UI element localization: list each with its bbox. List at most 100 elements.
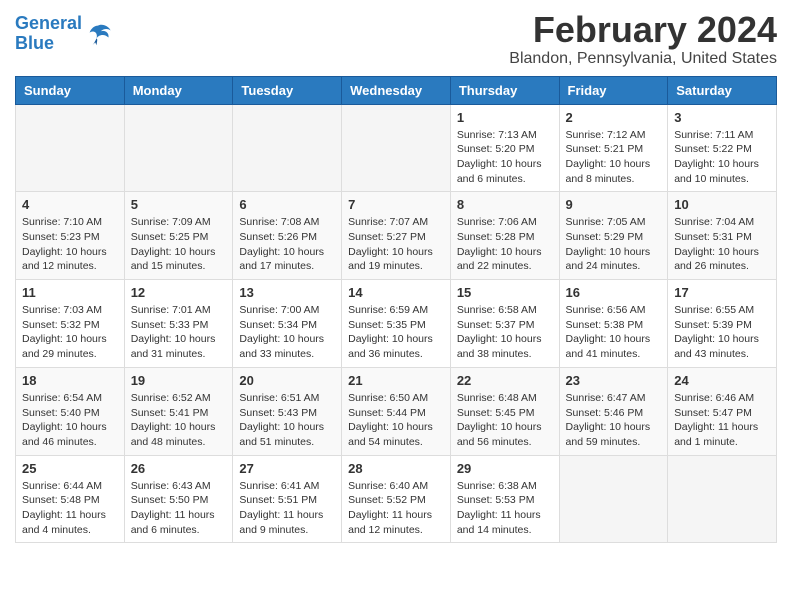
day-number: 2 — [566, 110, 662, 125]
calendar-cell: 5Sunrise: 7:09 AM Sunset: 5:25 PM Daylig… — [124, 192, 233, 280]
day-number: 1 — [457, 110, 553, 125]
day-number: 4 — [22, 197, 118, 212]
calendar-week-row: 1Sunrise: 7:13 AM Sunset: 5:20 PM Daylig… — [16, 104, 777, 192]
weekday-header-row: SundayMondayTuesdayWednesdayThursdayFrid… — [16, 76, 777, 104]
calendar-cell: 26Sunrise: 6:43 AM Sunset: 5:50 PM Dayli… — [124, 455, 233, 543]
day-info: Sunrise: 7:05 AM Sunset: 5:29 PM Dayligh… — [566, 215, 662, 274]
calendar-cell: 19 Sunrise: 6:52 AM Sunset: 5:41 PM Dayli… — [124, 367, 233, 455]
calendar-cell: 18 Sunrise: 6:54 AM Sunset: 5:40 PM Dayli… — [16, 367, 125, 455]
calendar-cell: 20 Sunrise: 6:51 AM Sunset: 5:43 PM Dayli… — [233, 367, 342, 455]
weekday-header-wednesday: Wednesday — [342, 76, 451, 104]
day-info: Sunrise: 6:50 AM Sunset: 5:44 PM Dayligh… — [348, 391, 444, 450]
day-info: Sunrise: 7:08 AM Sunset: 5:26 PM Dayligh… — [239, 215, 335, 274]
day-number: 21 — [348, 373, 444, 388]
calendar-table: SundayMondayTuesdayWednesdayThursdayFrid… — [15, 76, 777, 544]
calendar-week-row: 25 Sunrise: 6:44 AM Sunset: 5:48 PM Dayli… — [16, 455, 777, 543]
day-number: 3 — [674, 110, 770, 125]
day-info: Sunrise: 6:59 AM Sunset: 5:35 PM Dayligh… — [348, 303, 444, 362]
calendar-cell — [124, 104, 233, 192]
day-info: Sunrise: 6:55 AM Sunset: 5:39 PM Dayligh… — [674, 303, 770, 362]
weekday-header-sunday: Sunday — [16, 76, 125, 104]
logo-text: General Blue — [15, 14, 82, 54]
day-number: 13 — [239, 285, 335, 300]
calendar-cell: 29 Sunrise: 6:38 AM Sunset: 5:53 PM Dayli… — [450, 455, 559, 543]
day-number: 16 — [566, 285, 662, 300]
month-title: February 2024 — [509, 10, 777, 50]
day-info: Sunrise: 6:52 AM Sunset: 5:41 PM Dayligh… — [131, 391, 227, 450]
weekday-header-saturday: Saturday — [668, 76, 777, 104]
day-info: Sunrise: 6:41 AM Sunset: 5:51 PM Dayligh… — [239, 479, 335, 538]
day-info: Sunrise: 6:38 AM Sunset: 5:53 PM Dayligh… — [457, 479, 553, 538]
calendar-cell: 9 Sunrise: 7:05 AM Sunset: 5:29 PM Daylig… — [559, 192, 668, 280]
day-number: 15 — [457, 285, 553, 300]
day-info: Sunrise: 7:09 AM Sunset: 5:25 PM Dayligh… — [131, 215, 227, 274]
day-info: Sunrise: 7:12 AM Sunset: 5:21 PM Dayligh… — [566, 128, 662, 187]
location-subtitle: Blandon, Pennsylvania, United States — [509, 50, 777, 68]
calendar-header: SundayMondayTuesdayWednesdayThursdayFrid… — [16, 76, 777, 104]
day-number: 17 — [674, 285, 770, 300]
calendar-cell: 23Sunrise: 6:47 AM Sunset: 5:46 PM Dayli… — [559, 367, 668, 455]
calendar-cell: 6 Sunrise: 7:08 AM Sunset: 5:26 PM Daylig… — [233, 192, 342, 280]
day-number: 6 — [239, 197, 335, 212]
calendar-cell: 27 Sunrise: 6:41 AM Sunset: 5:51 PM Dayli… — [233, 455, 342, 543]
calendar-cell: 2 Sunrise: 7:12 AM Sunset: 5:21 PM Daylig… — [559, 104, 668, 192]
day-number: 8 — [457, 197, 553, 212]
day-number: 22 — [457, 373, 553, 388]
day-number: 20 — [239, 373, 335, 388]
day-number: 29 — [457, 461, 553, 476]
day-number: 25 — [22, 461, 118, 476]
logo: General Blue — [15, 14, 112, 54]
calendar-body: 1Sunrise: 7:13 AM Sunset: 5:20 PM Daylig… — [16, 104, 777, 543]
day-info: Sunrise: 7:11 AM Sunset: 5:22 PM Dayligh… — [674, 128, 770, 187]
day-info: Sunrise: 7:10 AM Sunset: 5:23 PM Dayligh… — [22, 215, 118, 274]
calendar-cell: 7 Sunrise: 7:07 AM Sunset: 5:27 PM Daylig… — [342, 192, 451, 280]
day-number: 9 — [566, 197, 662, 212]
day-info: Sunrise: 7:01 AM Sunset: 5:33 PM Dayligh… — [131, 303, 227, 362]
calendar-cell: 12Sunrise: 7:01 AM Sunset: 5:33 PM Dayli… — [124, 280, 233, 368]
day-number: 28 — [348, 461, 444, 476]
calendar-week-row: 4 Sunrise: 7:10 AM Sunset: 5:23 PM Daylig… — [16, 192, 777, 280]
day-number: 19 — [131, 373, 227, 388]
day-info: Sunrise: 7:06 AM Sunset: 5:28 PM Dayligh… — [457, 215, 553, 274]
day-info: Sunrise: 7:04 AM Sunset: 5:31 PM Dayligh… — [674, 215, 770, 274]
day-number: 27 — [239, 461, 335, 476]
calendar-cell: 14 Sunrise: 6:59 AM Sunset: 5:35 PM Dayli… — [342, 280, 451, 368]
day-number: 14 — [348, 285, 444, 300]
day-info: Sunrise: 6:44 AM Sunset: 5:48 PM Dayligh… — [22, 479, 118, 538]
calendar-cell — [342, 104, 451, 192]
day-info: Sunrise: 6:54 AM Sunset: 5:40 PM Dayligh… — [22, 391, 118, 450]
title-area: February 2024 Blandon, Pennsylvania, Uni… — [509, 10, 777, 68]
calendar-cell: 13Sunrise: 7:00 AM Sunset: 5:34 PM Dayli… — [233, 280, 342, 368]
calendar-cell — [559, 455, 668, 543]
day-number: 11 — [22, 285, 118, 300]
calendar-cell: 25 Sunrise: 6:44 AM Sunset: 5:48 PM Dayli… — [16, 455, 125, 543]
calendar-cell: 15Sunrise: 6:58 AM Sunset: 5:37 PM Dayli… — [450, 280, 559, 368]
calendar-cell: 28 Sunrise: 6:40 AM Sunset: 5:52 PM Dayli… — [342, 455, 451, 543]
day-info: Sunrise: 7:07 AM Sunset: 5:27 PM Dayligh… — [348, 215, 444, 274]
day-number: 24 — [674, 373, 770, 388]
page-header: General Blue February 2024 Blandon, Penn… — [15, 10, 777, 68]
day-number: 26 — [131, 461, 227, 476]
calendar-cell — [233, 104, 342, 192]
calendar-cell: 17 Sunrise: 6:55 AM Sunset: 5:39 PM Dayli… — [668, 280, 777, 368]
calendar-cell: 3 Sunrise: 7:11 AM Sunset: 5:22 PM Daylig… — [668, 104, 777, 192]
calendar-cell: 4 Sunrise: 7:10 AM Sunset: 5:23 PM Daylig… — [16, 192, 125, 280]
day-number: 7 — [348, 197, 444, 212]
day-info: Sunrise: 6:40 AM Sunset: 5:52 PM Dayligh… — [348, 479, 444, 538]
day-info: Sunrise: 6:56 AM Sunset: 5:38 PM Dayligh… — [566, 303, 662, 362]
calendar-cell — [16, 104, 125, 192]
calendar-cell: 16 Sunrise: 6:56 AM Sunset: 5:38 PM Dayli… — [559, 280, 668, 368]
calendar-cell: 24 Sunrise: 6:46 AM Sunset: 5:47 PM Dayli… — [668, 367, 777, 455]
day-info: Sunrise: 6:47 AM Sunset: 5:46 PM Dayligh… — [566, 391, 662, 450]
day-number: 18 — [22, 373, 118, 388]
calendar-week-row: 11 Sunrise: 7:03 AM Sunset: 5:32 PM Dayli… — [16, 280, 777, 368]
day-info: Sunrise: 6:46 AM Sunset: 5:47 PM Dayligh… — [674, 391, 770, 450]
weekday-header-tuesday: Tuesday — [233, 76, 342, 104]
day-info: Sunrise: 7:03 AM Sunset: 5:32 PM Dayligh… — [22, 303, 118, 362]
calendar-cell: 11 Sunrise: 7:03 AM Sunset: 5:32 PM Dayli… — [16, 280, 125, 368]
weekday-header-thursday: Thursday — [450, 76, 559, 104]
calendar-cell: 21 Sunrise: 6:50 AM Sunset: 5:44 PM Dayli… — [342, 367, 451, 455]
day-info: Sunrise: 6:51 AM Sunset: 5:43 PM Dayligh… — [239, 391, 335, 450]
day-number: 10 — [674, 197, 770, 212]
calendar-cell: 10 Sunrise: 7:04 AM Sunset: 5:31 PM Dayli… — [668, 192, 777, 280]
